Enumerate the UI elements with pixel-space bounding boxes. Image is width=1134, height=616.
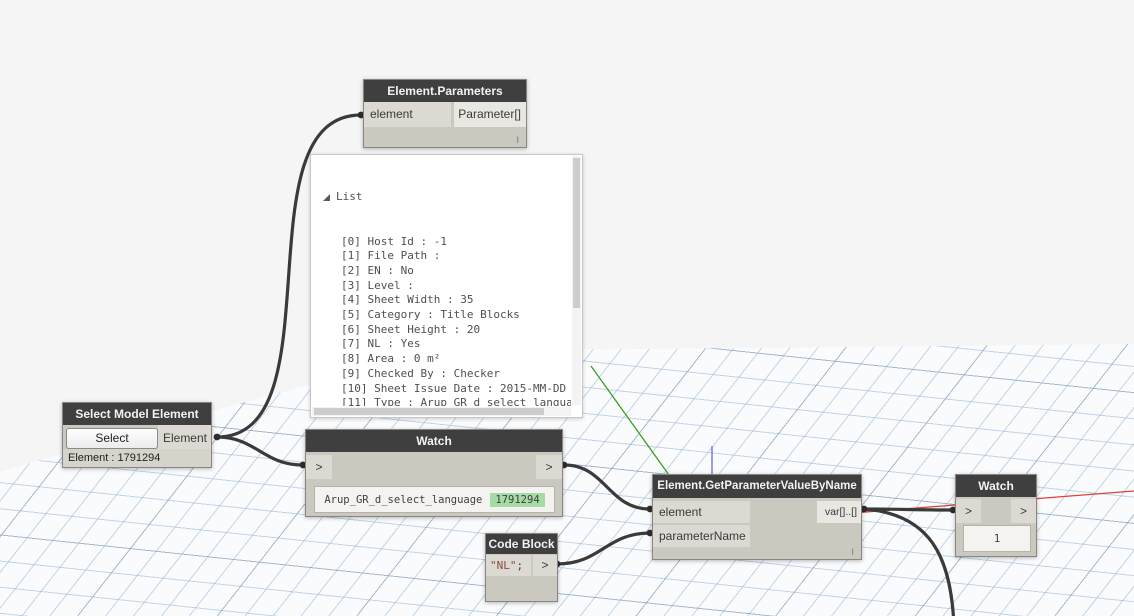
output-port-element[interactable]: Element — [158, 425, 211, 451]
node-element-parameters[interactable]: Element.Parameters element Parameter[] I — [363, 79, 527, 148]
wire-getparam-to-offscreen[interactable] — [862, 507, 955, 616]
watch-value-display: Arup_GR_d_select_language 1791294 — [314, 486, 555, 513]
input-port-parametername[interactable]: parameterName — [653, 525, 750, 547]
list-root-label: List — [336, 190, 363, 204]
list-items: [0] Host Id : -1 [1] File Path : [2] EN : … — [323, 235, 571, 406]
watch-value-text: 1 — [993, 532, 1001, 545]
list-item: [1] File Path : — [341, 249, 441, 263]
node-title[interactable]: Code Block — [486, 534, 557, 554]
code-semicolon: ; — [516, 559, 524, 572]
list-item: [6] Sheet Height : 20 — [341, 322, 481, 336]
wire-select-to-watch[interactable] — [215, 435, 305, 467]
list-item: [11] Type : Arup_GR_d_select_languag — [341, 396, 571, 406]
lacing-indicator[interactable]: I — [851, 547, 854, 557]
output-port-parameters[interactable]: Parameter[] — [454, 102, 526, 127]
code-string-literal: "NL" — [490, 559, 517, 572]
element-id-badge: 1791294 — [490, 492, 545, 507]
output-port[interactable]: > — [1011, 499, 1036, 523]
list-item: [7] NL : Yes — [341, 337, 421, 351]
list-item: [10] Sheet Issue Date : 2015-MM-DD — [341, 381, 567, 395]
node-watch-right[interactable]: Watch > > 1 — [955, 474, 1037, 557]
node-code-block[interactable]: Code Block "NL"; > — [485, 533, 558, 602]
wire-watch-to-getparam-element[interactable] — [562, 463, 652, 511]
collapse-triangle-icon[interactable] — [323, 194, 330, 202]
list-item: [8] Area : 0 m² — [341, 352, 441, 366]
horizontal-scrollbar[interactable] — [312, 407, 571, 416]
node-title[interactable]: Element.GetParameterValueByName — [653, 475, 861, 498]
list-item: [9] Checked By : Checker — [341, 366, 500, 380]
scrollbar-thumb[interactable] — [314, 408, 544, 415]
watch-value-text: Arup_GR_d_select_language — [324, 493, 483, 506]
wire-codeblock-to-parametername[interactable] — [555, 531, 652, 566]
output-port[interactable]: > — [533, 555, 557, 576]
select-button[interactable]: Select — [66, 428, 158, 449]
node-select-model-element[interactable]: Select Model Element Select Element Elem… — [62, 402, 212, 468]
output-port-var[interactable]: var[]..[] — [817, 501, 861, 523]
input-port-element[interactable]: element — [653, 501, 750, 523]
watch-value-display: 1 — [963, 525, 1031, 552]
code-block-editor[interactable]: "NL"; — [486, 555, 531, 576]
node-title[interactable]: Watch — [956, 475, 1036, 497]
list-item: [0] Host Id : -1 — [341, 234, 447, 248]
input-port-element[interactable]: element — [364, 102, 451, 127]
list-tree-root[interactable]: List — [323, 190, 571, 205]
selected-element-status: Element : 1791294 — [63, 449, 211, 467]
node-get-parameter-value-by-name[interactable]: Element.GetParameterValueByName element … — [652, 474, 862, 560]
node-title[interactable]: Select Model Element — [63, 403, 211, 425]
input-port[interactable]: > — [306, 455, 332, 479]
list-item: [3] Level : — [341, 278, 414, 292]
node-title[interactable]: Element.Parameters — [364, 80, 526, 102]
list-item: [2] EN : No — [341, 263, 414, 277]
lacing-indicator[interactable]: I — [516, 135, 519, 145]
node-preview-bubble[interactable]: List [0] Host Id : -1 [1] File Path : [2] … — [310, 154, 583, 418]
list-item: [4] Sheet Width : 35 — [341, 293, 474, 307]
dynamo-workspace: Element.Parameters element Parameter[] I… — [0, 0, 1134, 616]
output-port[interactable]: > — [536, 455, 562, 479]
node-watch-center[interactable]: Watch > > Arup_GR_d_select_language 1791… — [305, 429, 563, 517]
scrollbar-thumb[interactable] — [573, 158, 580, 308]
port-dot — [213, 433, 221, 441]
preview-list: List [0] Host Id : -1 [1] File Path : [2] … — [311, 155, 571, 406]
vertical-scrollbar[interactable] — [572, 156, 581, 405]
node-title[interactable]: Watch — [306, 430, 562, 452]
list-item: [5] Category : Title Blocks — [341, 308, 520, 322]
input-port[interactable]: > — [956, 499, 981, 523]
